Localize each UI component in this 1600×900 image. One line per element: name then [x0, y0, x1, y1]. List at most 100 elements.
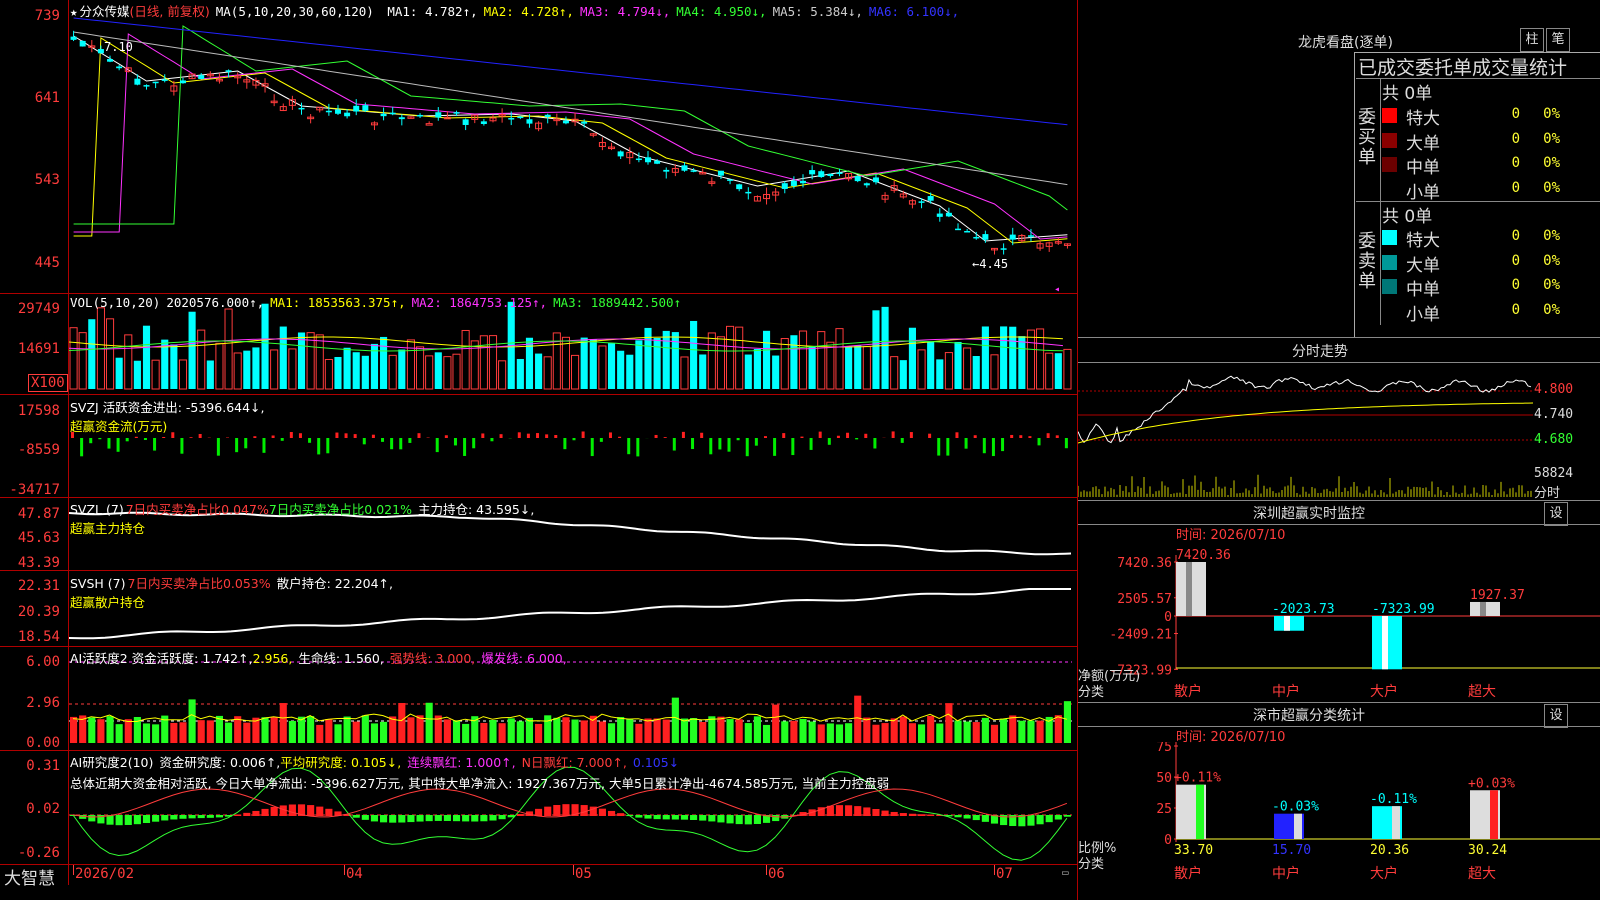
- candle-body: [854, 176, 861, 182]
- sz-monitor-bar-chart[interactable]: 7420.36 2505.57 0 -2409.21 -7323.99 7420.36 散户…: [1078, 540, 1600, 700]
- sell-row-label: 中单: [1406, 280, 1440, 300]
- fund-flow-bar: [1037, 438, 1041, 446]
- sz-category-bar-chart[interactable]: 75 50 25 0 +0.11% 33.70 散户 -0.03% 15.70 中户 -0.11% 2…: [1078, 742, 1600, 900]
- research-bar: [744, 815, 752, 825]
- sell-row-pct: 0%: [1543, 252, 1560, 269]
- ai-research-red: 连续飘红: 1.000↑,: [407, 755, 516, 770]
- monitor-bar-highlight: [1382, 616, 1388, 670]
- activity-bar: [443, 719, 451, 743]
- candle-body: [827, 173, 834, 177]
- activity-bar: [717, 716, 725, 743]
- volume-bar: [707, 332, 716, 390]
- fund-flow-bar: [946, 438, 950, 456]
- volume-bar: [516, 358, 524, 389]
- research-bar: [690, 815, 698, 820]
- activity-bar: [854, 695, 862, 743]
- fund-flow-bar: [827, 438, 831, 445]
- candlestick-chart[interactable]: ◂: [69, 0, 1077, 293]
- lock-icon[interactable]: ▭: [1062, 866, 1069, 879]
- volume-bar: [88, 319, 96, 389]
- svsh-holding: 散户持仓: 22.204↑,: [276, 576, 393, 591]
- fund-flow-bar: [216, 438, 220, 456]
- research-line-red: [72, 788, 1068, 818]
- research-bar: [434, 815, 442, 821]
- activity-bar: [179, 722, 187, 743]
- fund-flow-bar: [253, 436, 257, 438]
- activity-bar: [1054, 715, 1062, 743]
- activity-bar: [297, 716, 306, 743]
- buy-orders-label: 委买单: [1358, 107, 1376, 168]
- sell-swatch: [1382, 303, 1397, 319]
- volume-bar: [215, 342, 224, 390]
- research-bar: [835, 805, 844, 816]
- fund-flow-bar: [590, 438, 594, 457]
- activity-bar: [270, 717, 278, 743]
- category-bar-accent: [1490, 790, 1498, 839]
- activity-bar: [863, 717, 871, 743]
- activity-bar: [690, 718, 698, 743]
- ai-research-legend: AI研究度2(10) 资金研究度: 0.006↑,平均研究度: 0.105↓, 连续…: [70, 752, 889, 792]
- volume-bar: [452, 353, 461, 390]
- research-bar: [1045, 815, 1053, 823]
- research-bar: [607, 810, 616, 816]
- intraday-avg-line: [1078, 402, 1533, 444]
- ai-activity-tick: 0.00: [26, 735, 60, 751]
- candle-body: [389, 112, 396, 115]
- sz-category-settings-button[interactable]: 设: [1544, 704, 1568, 728]
- research-bar: [917, 814, 926, 816]
- research-bar: [890, 811, 898, 816]
- volume-bar: [170, 344, 178, 389]
- buy-row-count: 0: [1511, 130, 1520, 147]
- volume-bar: [808, 346, 816, 389]
- svsh-tick: 18.54: [17, 629, 60, 645]
- volume-bar: [899, 360, 907, 389]
- vol-value: 2020576.000↑,: [166, 295, 265, 310]
- research-bar: [981, 815, 989, 822]
- monitor-bar-highlight: [1480, 601, 1486, 616]
- research-bar: [872, 809, 880, 816]
- candle-body: [781, 183, 788, 189]
- sz-monitor-settings-button[interactable]: 设: [1544, 502, 1568, 526]
- activity-bar: [635, 723, 643, 743]
- volume-bar: [735, 326, 744, 390]
- volume-bar: [479, 335, 488, 390]
- volume-bar: [415, 346, 425, 390]
- activity-bar: [535, 723, 543, 743]
- intraday-chart[interactable]: [1078, 363, 1533, 498]
- fund-flow-bar: [955, 432, 959, 438]
- candle-body: [225, 70, 232, 72]
- research-bar: [1063, 815, 1071, 817]
- candle-body: [717, 170, 724, 176]
- activity-bar: [361, 715, 369, 743]
- research-bar: [908, 813, 916, 816]
- kline-workspace[interactable]: ◂ ★ 分众传媒(日线, 前复权) MA(5,10,20,30,60,120) MA…: [0, 0, 1078, 900]
- fund-flow-bar: [745, 438, 749, 457]
- research-bar: [1036, 815, 1044, 825]
- ai-activity-tick: 2.96: [26, 695, 60, 711]
- research-bar: [352, 815, 360, 818]
- ma-item-3: MA3: 4.794↓,: [579, 4, 671, 19]
- ai-activity-avg: 2.956,: [252, 651, 293, 666]
- fund-flow-bar: [809, 438, 813, 450]
- svsh-ratio: 7日内买卖净占比0.053%: [127, 576, 271, 591]
- vol-ma2: MA2: 1864753.125↑,: [411, 295, 548, 310]
- activity-bar: [489, 720, 497, 743]
- activity-bar: [370, 723, 379, 743]
- volume-bar: [571, 354, 580, 390]
- sell-swatch: [1382, 254, 1397, 270]
- volume-bar: [488, 335, 498, 390]
- high-annotation: 7.10: [104, 40, 133, 54]
- volume-bar: [343, 347, 351, 389]
- tick-view-button[interactable]: 笔: [1546, 28, 1570, 52]
- research-bar: [124, 815, 132, 825]
- candle-body: [562, 120, 569, 124]
- volume-bar: [699, 354, 707, 389]
- fund-flow-bar: [326, 438, 330, 454]
- star-icon[interactable]: ★: [70, 4, 78, 19]
- bar-view-button[interactable]: 柱: [1520, 28, 1544, 52]
- activity-bar: [170, 722, 178, 743]
- volume-bar: [270, 349, 279, 390]
- volume-bar: [617, 350, 625, 389]
- research-bar: [206, 815, 214, 818]
- volume-bar: [762, 330, 771, 389]
